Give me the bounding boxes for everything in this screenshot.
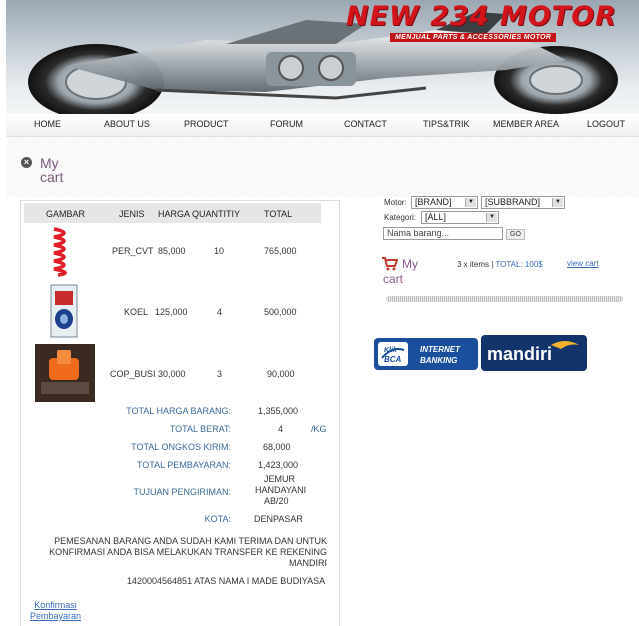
chevron-down-icon: ▼ [486,213,497,222]
row-3-harga: 30,000 [158,369,186,379]
order-message-line-3: MANDIRI [289,558,327,568]
order-message: PEMESANAN BARANG ANDA SUDAH KAMI TERIMA … [27,536,327,569]
shopping-cart-icon [382,257,398,271]
product-image-coil [50,284,78,338]
kategori-label: Kategori: [384,213,417,222]
content-header-stripe [6,137,639,197]
total-harga-value: 1,355,000 [258,406,299,416]
view-cart-link[interactable]: view cart [567,259,599,268]
row-2-total: 500,000 [264,307,297,317]
row-2-jenis: KOEL [124,307,149,317]
close-circle-icon: × [21,157,32,168]
kota-value: DENPASAR [254,514,303,524]
mini-cart-title-1: My [402,257,418,271]
confirm-link-line-2: Pembayaran [30,611,82,621]
kategori-select-value: [ALL] [425,212,447,222]
tujuan-value-2: HANDAYANI [255,485,307,495]
total-harga-label: TOTAL HARGA BARANG: [126,406,231,416]
row-3-jenis: COP_BUSI [110,369,156,379]
brand-tagline: MENJUAL PARTS & ACCESSORIES MOTOR [390,33,557,42]
nav-product[interactable]: PRODUCT [184,119,229,129]
cart-table-header: GAMBAR JENIS HARGA QUANTITIY TOTAL [24,203,321,223]
nav-logout[interactable]: LOGOUT [587,119,625,129]
order-message-line-1: PEMESANAN BARANG ANDA SUDAH KAMI TERIMA … [54,536,327,546]
nav-about-us[interactable]: ABOUT US [104,119,150,129]
mini-cart-summary: 3 x items | TOTAL: 100$ [457,260,543,269]
svg-text:Klik: Klik [384,347,398,354]
order-message-line-2: KONFIRMASI ANDA BISA MELAKUKAN TRANSFER … [49,547,327,557]
confirm-payment-link[interactable]: Konfirmasi Pembayaran [30,600,81,622]
row-3-qty: 3 [217,369,223,379]
tujuan-value-1: JEMUR [264,474,295,484]
row-3-total: 90,000 [267,369,295,379]
chevron-down-icon: ▼ [465,198,476,207]
svg-text:BCA: BCA [384,355,402,364]
subbrand-select-value: [SUBBRAND] [485,197,541,207]
total-pembayaran-label: TOTAL PEMBAYARAN: [136,460,231,470]
account-info: 1420004564851 ATAS NAMA I MADE BUDIYASA [127,576,326,586]
header-banner: NEW 234 MOTOR MENJUAL PARTS & ACCESSORIE… [6,0,639,114]
col-total: TOTAL [264,209,293,219]
ongkos-kirim-value: 68,000 [263,442,291,452]
row-1-harga: 85,000 [158,246,186,256]
brand-select[interactable]: [BRAND] ▼ [411,196,478,209]
search-go-button[interactable]: GO [506,229,525,240]
mini-cart-total: TOTAL: 100$ [495,260,543,269]
mini-cart-title-2: cart [383,272,404,286]
sidebar-divider [386,296,623,302]
brand-title: NEW 234 MOTOR [346,1,617,32]
ongkos-kirim-label: TOTAL ONGKOS KIRIM: [131,442,231,452]
row-2-qty: 4 [217,307,223,317]
mandiri-logo[interactable]: mandiri [481,335,587,376]
col-gambar: GAMBAR [46,209,86,219]
motor-label: Motor: [384,198,407,207]
svg-text:INTERNET: INTERNET [420,345,461,354]
row-1-qty: 10 [214,246,225,256]
svg-text:mandiri: mandiri [487,344,552,364]
brand-select-value: [BRAND] [415,197,452,207]
nav-home[interactable]: HOME [34,119,61,129]
svg-text:BANKING: BANKING [420,356,457,365]
page: NEW 234 MOTOR MENJUAL PARTS & ACCESSORIE… [6,0,639,626]
row-2-harga: 125,000 [155,307,188,317]
klikbca-logo[interactable]: Klik BCA INTERNET BANKING [374,338,478,375]
row-1-jenis: PER_CVT [112,246,154,256]
main-nav: HOME ABOUT US PRODUCT FORUM CONTACT TIPS… [6,114,639,137]
col-harga: HARGA [158,209,191,219]
product-name-search-input[interactable]: Nama barang... [383,227,503,240]
tujuan-value-3: AB/20 [264,496,289,506]
product-image-spring [53,227,67,277]
kota-label: KOTA: [204,514,231,524]
product-image-spark-plug-cap [35,344,95,402]
chevron-down-icon: ▼ [552,198,563,207]
total-berat-value: 4 [278,424,284,434]
mini-cart-items: 3 x items | [457,260,496,269]
nav-contact[interactable]: CONTACT [344,119,387,129]
col-jenis: JENIS [119,209,145,219]
col-quantity: QUANTITIY [192,209,241,219]
tujuan-label: TUJUAN PENGIRIMAN: [133,487,231,497]
total-berat-unit: /KG [311,424,327,434]
row-1-total: 765,000 [264,246,297,256]
nav-tips-trik[interactable]: TIPS&TRIK [423,119,470,129]
subbrand-select[interactable]: [SUBBRAND] ▼ [481,196,565,209]
nav-member-area[interactable]: MEMBER AREA [493,119,559,129]
kategori-select[interactable]: [ALL] ▼ [421,211,499,224]
cart-heading-title: My cart [40,155,64,185]
cart-panel: GAMBAR JENIS HARGA QUANTITIY TOTAL PER_C… [20,200,340,626]
confirm-link-line-1: Konfirmasi [34,600,77,610]
total-berat-label: TOTAL BERAT: [169,424,231,434]
nav-forum[interactable]: FORUM [270,119,303,129]
product-name-placeholder: Nama barang... [387,228,450,238]
total-pembayaran-value: 1,423,000 [258,460,299,470]
